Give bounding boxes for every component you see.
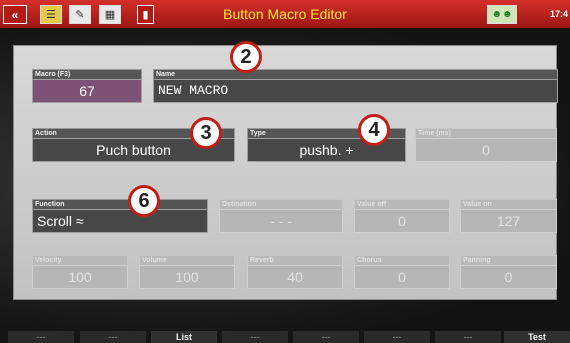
value-on-label: Value on (460, 199, 557, 209)
page-title: Button Macro Editor (223, 6, 347, 22)
velocity-label: Velocity (32, 255, 128, 265)
value-on-value: 127 (460, 209, 557, 233)
value-off-label: Value off (354, 199, 450, 209)
name-label: Name (153, 69, 558, 79)
badge-4: 4 (358, 114, 390, 146)
panning-value: 0 (460, 265, 557, 289)
softkey-6[interactable]: --- (364, 331, 430, 343)
time-field: Time (ms) 0 (415, 128, 557, 162)
menu-icon[interactable]: ☰ (40, 5, 62, 24)
time-value: 0 (415, 138, 557, 162)
badge-3: 3 (190, 117, 222, 149)
destination-field: Dstination - - - (219, 199, 343, 233)
softkey-list[interactable]: List (151, 331, 217, 343)
macro-field[interactable]: Macro (F3) 67 (32, 69, 142, 103)
destination-label: Dstination (219, 199, 343, 209)
top-bar: « ☰ ✎ ▦ ▮ Button Macro Editor ☻☻ 17:4 (0, 0, 570, 28)
function-value[interactable]: Scroll ≈ (32, 209, 208, 233)
time-label: Time (ms) (415, 128, 557, 138)
people-icon[interactable]: ☻☻ (487, 5, 517, 24)
macro-value[interactable]: 67 (32, 79, 142, 103)
velocity-value: 100 (32, 265, 128, 289)
value-on-field: Value on 127 (460, 199, 557, 233)
function-label: Function (32, 199, 208, 209)
reverb-field: Reverb 40 (247, 255, 343, 289)
macro-label: Macro (F3) (32, 69, 142, 79)
softkey-1[interactable]: --- (8, 331, 74, 343)
softkey-5[interactable]: --- (293, 331, 359, 343)
panning-label: Panning (460, 255, 557, 265)
softkey-4[interactable]: --- (222, 331, 288, 343)
velocity-field: Velocity 100 (32, 255, 128, 289)
volume-field: Volume 100 (139, 255, 235, 289)
function-field[interactable]: Function Scroll ≈ (32, 199, 208, 233)
name-value[interactable]: NEW MACRO (153, 79, 558, 103)
softkey-7[interactable]: --- (435, 331, 501, 343)
reverb-label: Reverb (247, 255, 343, 265)
chorus-label: Chorus (354, 255, 450, 265)
reverb-value: 40 (247, 265, 343, 289)
badge-2: 2 (230, 41, 262, 73)
back-icon[interactable]: « (3, 5, 27, 24)
clock: 17:4 (549, 9, 568, 19)
chorus-field: Chorus 0 (354, 255, 450, 289)
volume-value: 100 (139, 265, 235, 289)
trash-icon[interactable]: ▮ (137, 5, 154, 24)
macro-dialog: Macro (F3) 67 Name NEW MACRO Action Puch… (13, 45, 558, 300)
volume-label: Volume (139, 255, 235, 265)
name-field[interactable]: Name NEW MACRO (153, 69, 558, 103)
edit-icon[interactable]: ✎ (69, 5, 91, 24)
badge-6: 6 (128, 185, 160, 217)
panning-field: Panning 0 (460, 255, 557, 289)
destination-value: - - - (219, 209, 343, 233)
chorus-value: 0 (354, 265, 450, 289)
value-off-field: Value off 0 (354, 199, 450, 233)
softkey-test[interactable]: Test (504, 331, 570, 343)
softkey-2[interactable]: --- (80, 331, 146, 343)
value-off-value: 0 (354, 209, 450, 233)
mixer-icon[interactable]: ▦ (99, 5, 121, 24)
